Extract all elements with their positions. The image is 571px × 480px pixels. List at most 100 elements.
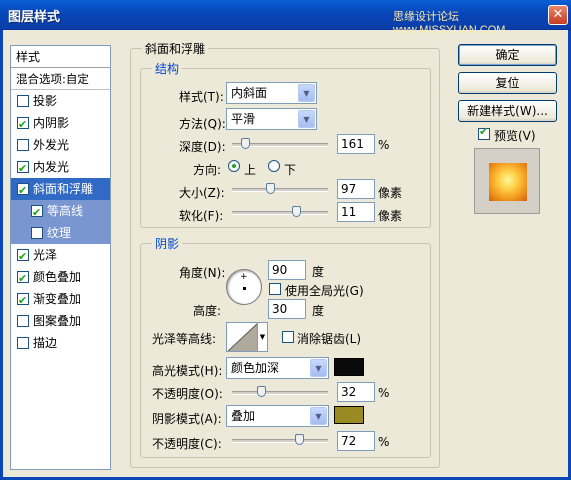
close-button[interactable]: ✕ [548,5,568,25]
style-checkbox[interactable] [31,202,43,224]
shadow-color-swatch[interactable] [334,406,364,424]
direction-down-radio[interactable] [268,160,280,172]
ok-button[interactable]: 确定 [458,44,557,66]
style-item-label: 内发光 [33,160,70,174]
anti-alias-label: 消除锯齿(L) [297,332,362,346]
highlight-mode-select[interactable]: 颜色加深 ▼ [226,357,329,379]
style-checkbox[interactable] [17,180,29,202]
style-checkbox[interactable] [31,227,43,239]
reset-button[interactable]: 复位 [458,72,557,94]
direction-up-label: 上 [244,163,257,177]
size-label: 大小(Z): [179,186,225,200]
window-title: 图层样式 [8,10,61,25]
preview-swatch [489,163,527,201]
technique-label: 方法(Q): [179,117,226,131]
style-checkbox[interactable] [17,114,29,136]
styles-list: 样式 混合选项:自定 投影内阴影外发光内发光斜面和浮雕等高线纹理光泽颜色叠加渐变… [10,45,111,470]
shadow-opacity-slider[interactable] [232,439,328,443]
chevron-down-icon: ▼ [310,407,327,425]
style-item-label: 等高线 [47,204,84,218]
style-item[interactable]: 内阴影 [11,112,110,136]
contour-curve-icon [228,323,258,351]
title-bar: 图层样式 思缘设计论坛 www.MISSYUAN.COM ✕ [0,0,571,36]
style-item[interactable]: 颜色叠加 [11,266,110,290]
style-preview [474,148,540,214]
shadow-opacity-handle[interactable] [295,434,304,445]
altitude-label: 高度: [193,304,222,318]
style-select-value: 内斜面 [231,86,268,100]
style-item[interactable]: 图案叠加 [11,310,110,332]
highlight-opacity-slider[interactable] [232,391,328,395]
style-item-label: 纹理 [47,226,72,240]
chevron-down-icon: ▼ [310,359,327,377]
technique-select[interactable]: 平滑 ▼ [226,108,317,130]
gloss-contour-label: 光泽等高线: [152,332,217,346]
style-checkbox[interactable] [17,268,29,290]
blend-options-item[interactable]: 混合选项:自定 [11,68,110,90]
depth-slider-handle[interactable] [241,138,250,149]
highlight-color-swatch[interactable] [334,358,364,376]
soften-input[interactable]: 11 [337,202,375,222]
highlight-opacity-handle[interactable] [257,386,266,397]
style-item[interactable]: 渐变叠加 [11,288,110,312]
soften-slider-handle[interactable] [292,206,301,217]
direction-up-radio[interactable] [228,160,240,172]
style-item[interactable]: 内发光 [11,156,110,180]
style-checkbox[interactable] [17,315,29,327]
style-item-label: 外发光 [33,138,70,152]
style-item-label: 光泽 [33,248,58,262]
style-checkbox[interactable] [17,337,29,349]
angle-dial[interactable]: + [226,269,262,305]
style-item[interactable]: 投影 [11,90,110,112]
style-checkbox[interactable] [17,246,29,268]
highlight-mode-value: 颜色加深 [231,361,280,375]
technique-select-value: 平滑 [231,112,256,126]
angle-input[interactable]: 90 [268,260,306,280]
style-item[interactable]: 外发光 [11,134,110,156]
style-item-label: 内阴影 [33,116,70,130]
angle-unit: 度 [312,265,325,279]
style-item[interactable]: 等高线 [11,200,110,224]
chevron-down-icon: ▼ [298,84,315,102]
global-light-checkbox[interactable] [269,283,281,295]
highlight-opacity-unit: % [378,386,390,400]
style-checkbox[interactable] [17,158,29,180]
size-slider[interactable] [232,188,328,192]
style-checkbox[interactable] [17,139,29,151]
style-checkbox[interactable] [17,95,29,107]
depth-input[interactable]: 161 [337,134,375,154]
highlight-opacity-input[interactable]: 32 [337,382,375,402]
size-slider-handle[interactable] [266,183,275,194]
depth-label: 深度(D): [179,140,226,154]
style-item[interactable]: 斜面和浮雕 [11,178,110,202]
preview-label: 预览(V) [494,129,536,143]
style-select[interactable]: 内斜面 ▼ [226,82,317,104]
contour-dropdown-icon[interactable]: ▼ [257,323,267,351]
soften-slider[interactable] [232,211,328,215]
style-item-label: 颜色叠加 [33,270,82,284]
size-input[interactable]: 97 [337,179,375,199]
style-item[interactable]: 描边 [11,332,110,354]
soften-unit: 像素 [378,209,403,223]
style-item[interactable]: 光泽 [11,244,110,268]
style-item-label: 投影 [33,94,58,108]
style-checkbox[interactable] [17,290,29,312]
shadow-opacity-unit: % [378,435,390,449]
structure-title: 结构 [152,60,183,77]
styles-header[interactable]: 样式 [11,46,110,68]
preview-checkbox[interactable] [478,125,490,140]
style-item-label: 图案叠加 [33,314,82,328]
direction-down-label: 下 [284,163,297,177]
anti-alias-checkbox[interactable] [282,331,294,343]
shadow-opacity-label: 不透明度(C): [152,437,222,451]
gloss-contour-picker[interactable]: ▼ [226,322,268,352]
chevron-down-icon: ▼ [298,110,315,128]
new-style-button[interactable]: 新建样式(W)... [458,100,557,122]
shading-title: 阴影 [152,235,183,252]
style-item-label: 渐变叠加 [33,292,82,306]
altitude-input[interactable]: 30 [268,299,306,319]
angle-label: 角度(N): [179,266,226,280]
style-item[interactable]: 纹理 [11,222,110,244]
shadow-opacity-input[interactable]: 72 [337,431,375,451]
shadow-mode-select[interactable]: 叠加 ▼ [226,405,329,427]
